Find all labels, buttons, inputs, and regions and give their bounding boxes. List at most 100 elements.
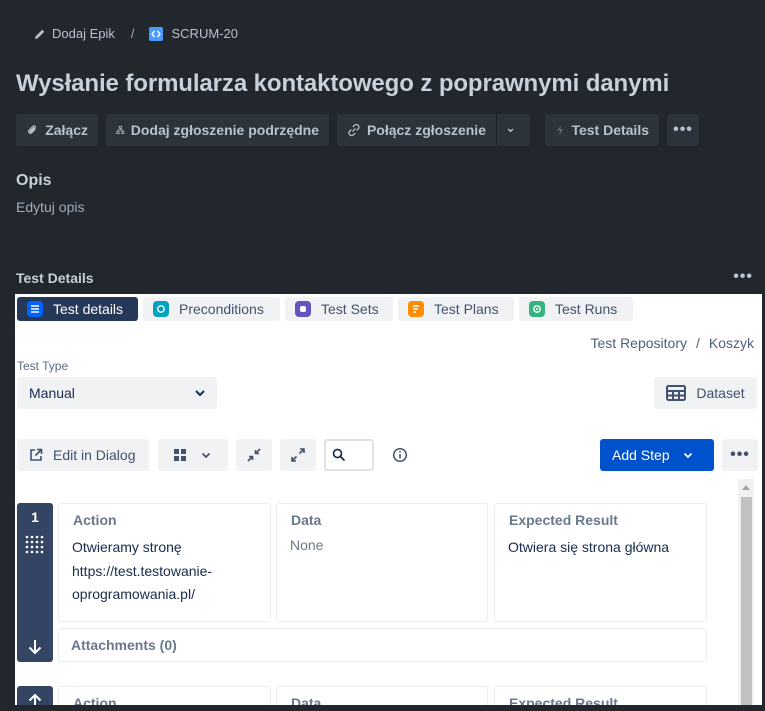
search-input[interactable]: [324, 439, 374, 471]
add-step-label: Add Step: [612, 447, 670, 463]
more-actions-button[interactable]: •••: [667, 114, 699, 146]
test-runs-icon: [529, 301, 545, 317]
scroll-up-arrow[interactable]: [742, 485, 750, 490]
drag-handle-icon[interactable]: [25, 535, 45, 555]
edit-in-dialog-label: Edit in Dialog: [53, 447, 136, 463]
lightning-icon: [557, 124, 564, 136]
action-line: https://test.testowanie-: [72, 562, 213, 579]
test-type-label: Test Type: [17, 359, 69, 373]
tab-label: Test details: [53, 301, 124, 317]
shrink-icon: [247, 448, 261, 462]
step-expected-result-cell[interactable]: Expected Result: [494, 686, 707, 705]
hierarchy-icon: [116, 125, 125, 135]
tab-preconditions[interactable]: Preconditions: [143, 297, 280, 321]
chevron-down-icon: [201, 452, 211, 459]
chevron-down-icon: [507, 128, 514, 133]
edit-description-link[interactable]: Edytuj opis: [16, 199, 84, 215]
steps-more-button[interactable]: •••: [722, 439, 758, 471]
data-header: Data: [291, 512, 322, 528]
arrow-up-icon[interactable]: [26, 692, 44, 705]
attach-button[interactable]: Załącz: [16, 114, 98, 146]
chevron-down-icon: [683, 452, 692, 459]
expected-result-value: Otwiera się strona główna: [508, 539, 670, 555]
chevron-down-icon: [195, 390, 205, 397]
breadcrumb-parent-link[interactable]: Dodaj Epik: [52, 26, 115, 41]
action-value: Otwieramy stronę https://test.testowanie…: [72, 536, 212, 607]
step-action-cell[interactable]: Action Otwieramy stronę https://test.tes…: [58, 503, 271, 622]
scrollbar-thumb[interactable]: [741, 497, 752, 705]
vertical-scrollbar[interactable]: [738, 479, 754, 705]
info-icon[interactable]: [392, 447, 408, 463]
step-action-cell[interactable]: Action: [58, 686, 271, 705]
step-data-cell[interactable]: Data: [276, 686, 488, 705]
external-link-icon: [30, 448, 43, 461]
test-details-icon: [27, 301, 43, 317]
edit-in-dialog-button[interactable]: Edit in Dialog: [17, 439, 149, 471]
add-child-label: Dodaj zgłoszenie podrzędne: [130, 122, 319, 138]
action-line: oprogramowania.pl/: [72, 586, 195, 602]
tab-test-details[interactable]: Test details: [17, 297, 138, 321]
grid-icon: [174, 449, 186, 461]
path-separator: /: [695, 335, 700, 351]
add-child-issue-button[interactable]: Dodaj zgłoszenie podrzędne: [106, 114, 329, 146]
tab-label: Test Sets: [321, 301, 379, 317]
action-header: Action: [73, 512, 117, 528]
test-details-button[interactable]: Test Details: [545, 114, 659, 146]
test-type-select[interactable]: Manual: [17, 377, 217, 409]
test-details-more-button[interactable]: •••: [733, 268, 753, 286]
attachments-label: Attachments (0): [71, 637, 177, 653]
expected-result-header: Expected Result: [509, 695, 618, 705]
test-plans-icon: [408, 301, 424, 317]
attach-label: Załącz: [45, 122, 88, 138]
dataset-button[interactable]: Dataset: [654, 377, 757, 409]
tab-label: Test Runs: [555, 301, 618, 317]
breadcrumb-issue-key[interactable]: SCRUM-20: [172, 26, 238, 41]
breadcrumb-separator: /: [130, 26, 135, 41]
issue-type-icon: [148, 26, 163, 41]
link-issue-button[interactable]: Połącz zgłoszenie: [337, 114, 496, 146]
search-icon: [332, 448, 346, 462]
step-data-cell[interactable]: Data None: [276, 503, 488, 622]
action-header: Action: [73, 695, 117, 705]
collapse-button[interactable]: [236, 439, 272, 471]
tab-test-runs[interactable]: Test Runs: [519, 297, 633, 321]
dataset-label: Dataset: [696, 385, 745, 401]
test-type-value: Manual: [29, 385, 75, 401]
step-number: 1: [31, 509, 39, 525]
tab-test-plans[interactable]: Test Plans: [398, 297, 514, 321]
step-expected-result-cell[interactable]: Expected Result Otwiera się strona główn…: [494, 503, 707, 622]
repository-folder-link[interactable]: Koszyk: [709, 335, 754, 351]
repository-path: Test Repository / Koszyk: [591, 335, 755, 351]
test-sets-icon: [295, 301, 311, 317]
description-heading: Opis: [16, 172, 52, 189]
link-issue-dropdown-button[interactable]: [496, 114, 530, 146]
table-icon: [666, 385, 687, 401]
step-attachments[interactable]: Attachments (0): [58, 628, 707, 662]
expected-result-header: Expected Result: [509, 512, 618, 528]
expand-button[interactable]: [280, 439, 316, 471]
add-step-button[interactable]: Add Step: [600, 439, 714, 471]
tab-label: Preconditions: [179, 301, 264, 317]
preconditions-icon: [153, 301, 169, 317]
expand-icon: [291, 448, 305, 462]
link-icon: [348, 123, 360, 137]
tab-label: Test Plans: [434, 301, 499, 317]
test-details-heading: Test Details: [16, 270, 94, 286]
data-value: None: [290, 537, 324, 553]
data-header: Data: [291, 695, 322, 705]
test-details-label: Test Details: [571, 122, 649, 138]
view-layout-dropdown[interactable]: [158, 439, 228, 471]
step-rail[interactable]: [17, 686, 53, 705]
pencil-icon: [35, 29, 45, 39]
issue-title[interactable]: Wysłanie formularza kontaktowego z popra…: [16, 70, 669, 98]
link-issue-label: Połącz zgłoszenie: [366, 122, 486, 138]
paperclip-icon: [27, 125, 36, 134]
breadcrumb: Dodaj Epik / SCRUM-20: [34, 26, 238, 41]
tab-test-sets[interactable]: Test Sets: [285, 297, 393, 321]
panel-tabs: Test details Preconditions Test Sets Tes…: [17, 297, 633, 321]
arrow-down-icon[interactable]: [26, 638, 44, 656]
action-line: Otwieramy stronę: [72, 539, 182, 555]
repository-root-link[interactable]: Test Repository: [591, 335, 687, 351]
test-details-panel: Test details Preconditions Test Sets Tes…: [15, 294, 762, 705]
step-rail[interactable]: 1: [17, 503, 53, 662]
